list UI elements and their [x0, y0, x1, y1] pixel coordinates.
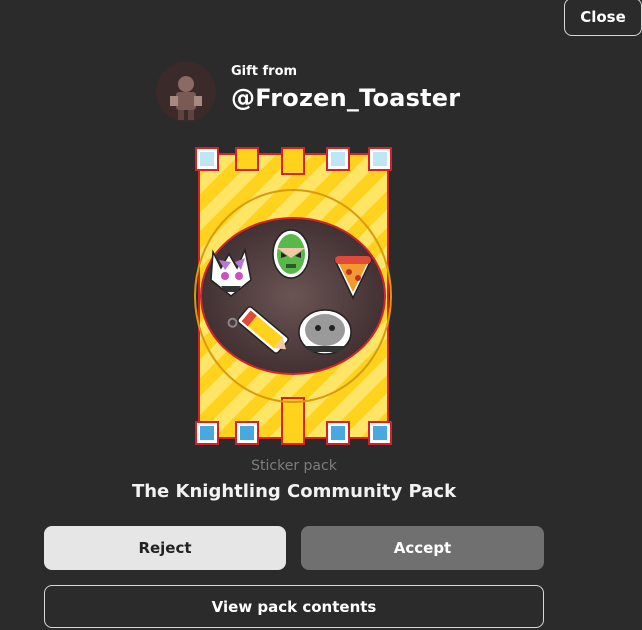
accept-button[interactable]: Accept: [301, 526, 544, 570]
close-button[interactable]: Close: [564, 0, 642, 36]
sender-avatar: [156, 62, 216, 122]
sender-username: @Frozen_Toaster: [231, 84, 461, 112]
pack-type-label: Sticker pack: [251, 458, 337, 474]
gift-from-label: Gift from: [231, 64, 298, 79]
view-pack-contents-button[interactable]: View pack contents: [44, 585, 544, 628]
reject-button[interactable]: Reject: [44, 526, 286, 570]
pack-name: The Knightling Community Pack: [131, 481, 457, 502]
sticker-pack-art: [193, 146, 394, 446]
gift-dialog: Close Gift from @Frozen_Toaster Sticker …: [0, 0, 642, 630]
